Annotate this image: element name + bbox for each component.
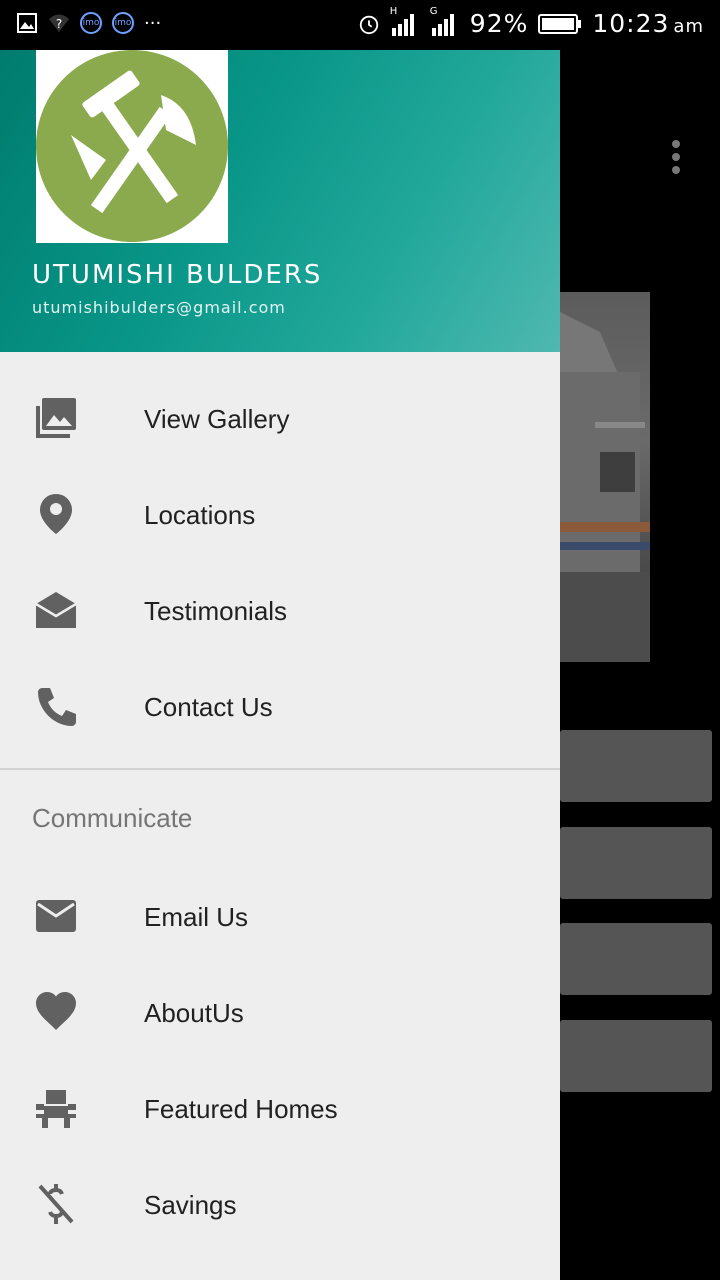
background-button bbox=[560, 730, 712, 802]
menu-item-label: AboutUs bbox=[144, 998, 244, 1028]
menu-item-testimonials[interactable]: Testimonials bbox=[0, 562, 560, 658]
background-button bbox=[560, 923, 712, 995]
battery-icon bbox=[538, 13, 582, 35]
menu-item-featured-homes[interactable]: Featured Homes bbox=[0, 1060, 560, 1156]
phone-icon bbox=[38, 688, 76, 726]
brand-title: UTUMISHI BULDERS bbox=[32, 260, 323, 290]
status-indicators: H G 92% 10:23 am bbox=[358, 6, 704, 38]
menu-item-savings[interactable]: Savings bbox=[0, 1156, 560, 1252]
heart-icon bbox=[36, 992, 76, 1030]
imo-icon: imo bbox=[80, 12, 102, 34]
brand-email: utumishibulders@gmail.com bbox=[32, 298, 286, 317]
menu-item-contact-us[interactable]: Contact Us bbox=[0, 658, 560, 754]
section-title: Communicate bbox=[32, 803, 193, 833]
menu-item-view-gallery[interactable]: View Gallery bbox=[0, 370, 560, 466]
signal-sim2-type: G bbox=[429, 5, 439, 17]
signal-sim1-icon: H bbox=[390, 6, 420, 36]
seat-icon bbox=[36, 1090, 76, 1128]
signal-sim1-type: H bbox=[389, 5, 399, 17]
svg-text:?: ? bbox=[56, 17, 62, 31]
image-icon bbox=[16, 12, 38, 34]
menu-item-about-us[interactable]: AboutUs bbox=[0, 964, 560, 1060]
menu-item-label: Email Us bbox=[144, 902, 249, 932]
imo-icon: imo bbox=[112, 12, 134, 34]
menu-item-label: Featured Homes bbox=[144, 1094, 338, 1124]
background-button bbox=[560, 1020, 712, 1092]
alarm-icon bbox=[358, 13, 380, 35]
wifi-question-icon: ? bbox=[48, 12, 70, 34]
house-photo bbox=[560, 292, 650, 662]
clock-time: 10:23 bbox=[592, 9, 670, 38]
battery-percent: 92% bbox=[469, 9, 529, 38]
drawer-header: UTUMISHI BULDERS utumishibulders@gmail.c… bbox=[0, 50, 560, 352]
menu-item-label: Contact Us bbox=[144, 692, 273, 722]
navigation-drawer: UTUMISHI BULDERS utumishibulders@gmail.c… bbox=[0, 50, 560, 1280]
clock-suffix: am bbox=[673, 16, 704, 37]
notification-icons: ? imo imo ··· bbox=[16, 12, 161, 34]
clock: 10:23 am bbox=[592, 9, 704, 38]
menu-item-locations[interactable]: Locations bbox=[0, 466, 560, 562]
signal-sim2-icon: G bbox=[430, 6, 460, 36]
tools-icon bbox=[71, 70, 196, 214]
background-button bbox=[560, 827, 712, 899]
menu-item-label: Testimonials bbox=[144, 596, 288, 626]
money-off-icon bbox=[38, 1184, 74, 1224]
background-screen bbox=[560, 50, 720, 1280]
more-vert-icon[interactable] bbox=[672, 140, 680, 174]
location-pin-icon bbox=[40, 494, 72, 534]
menu-item-email-us[interactable]: Email Us bbox=[0, 868, 560, 964]
open-envelope-icon bbox=[35, 592, 77, 628]
menu-item-label: View Gallery bbox=[144, 404, 290, 434]
menu-item-label: Savings bbox=[144, 1190, 237, 1220]
gallery-icon bbox=[36, 398, 76, 438]
menu-item-label: Locations bbox=[144, 500, 256, 530]
status-bar: ? imo imo ··· H G 92% 10:23 am bbox=[0, 0, 720, 50]
more-notifications-icon: ··· bbox=[144, 12, 162, 34]
tools-logo bbox=[36, 50, 228, 243]
menu-divider bbox=[0, 768, 560, 770]
email-icon bbox=[36, 900, 76, 932]
